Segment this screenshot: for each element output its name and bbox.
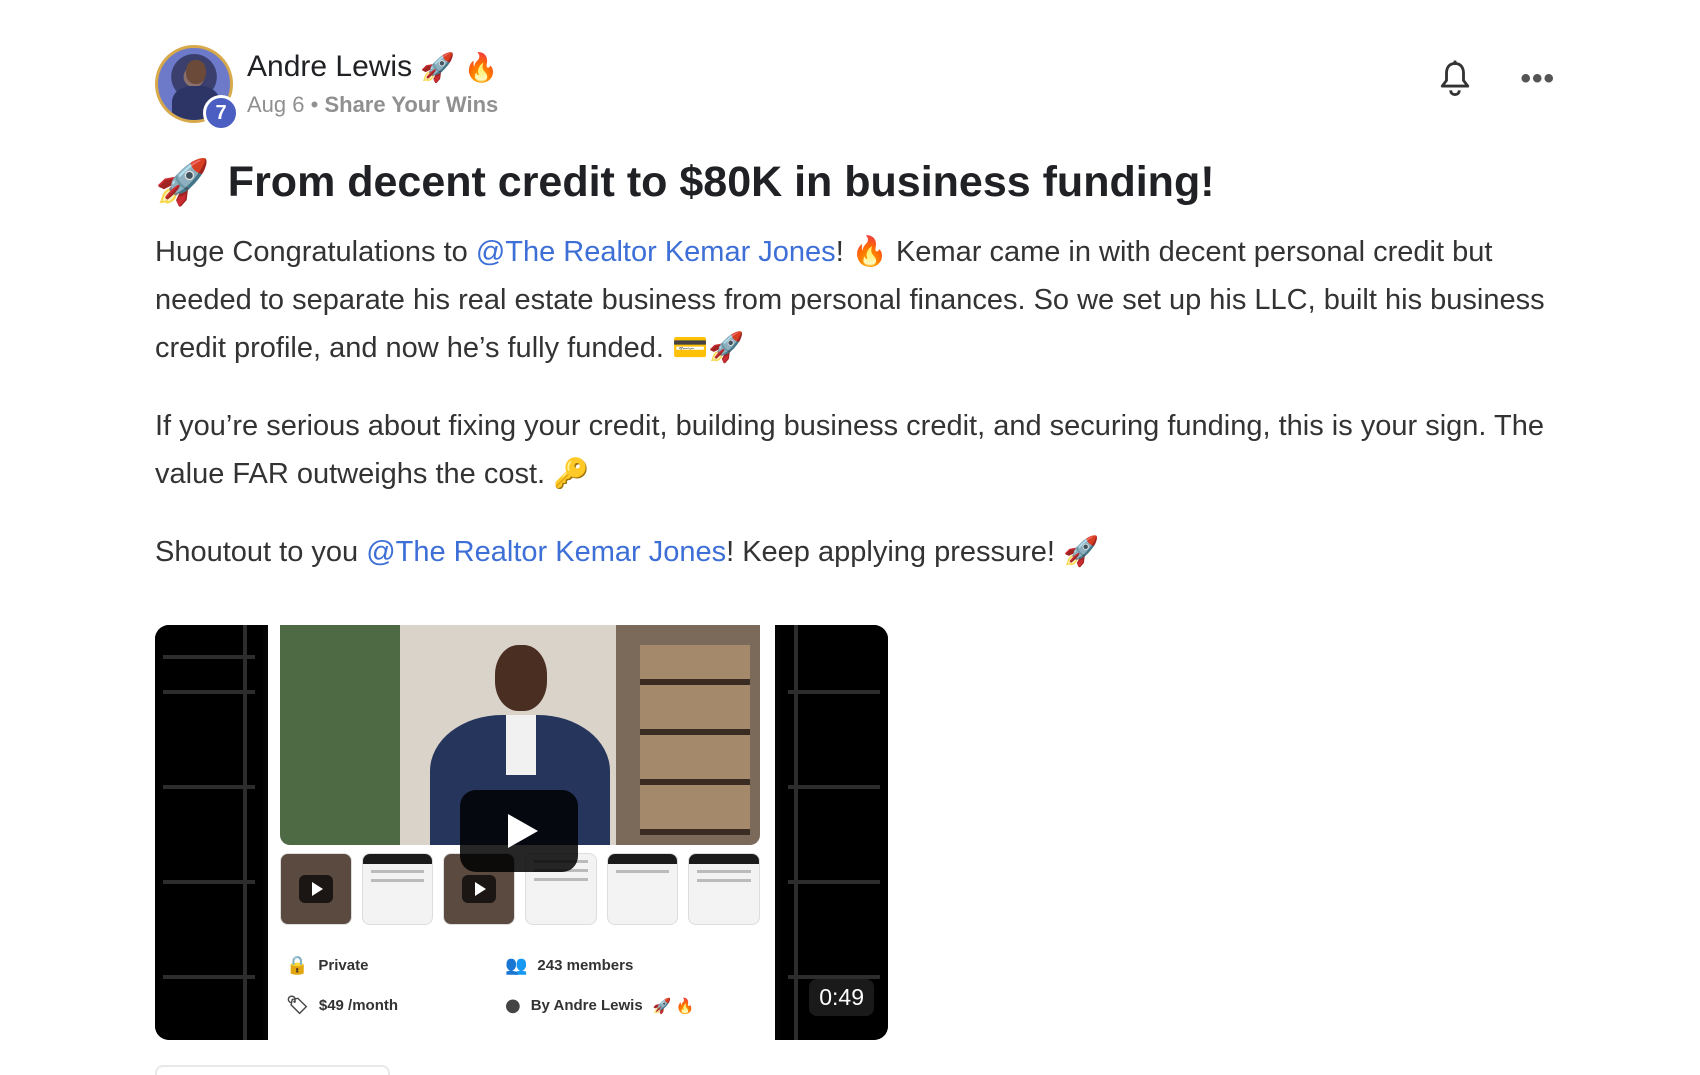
mini-header	[362, 854, 433, 864]
mini-thumbnail	[688, 853, 761, 925]
video-duration: 0:49	[809, 979, 874, 1016]
author-name-emojis: 🚀 🔥	[420, 50, 499, 84]
post-paragraph-2: If you’re serious about fixing your cred…	[155, 410, 1544, 490]
strip-bar	[163, 975, 255, 979]
price-label: $49 /month	[318, 997, 399, 1014]
post-date[interactable]: Aug 6	[247, 92, 305, 117]
mini-play-icon	[298, 875, 333, 903]
post-title: 🚀 From decent credit to $80K in business…	[155, 156, 1555, 208]
mini-thumbnail	[606, 853, 679, 925]
p1-text-a: Huge Congratulations to	[155, 236, 476, 268]
author-block: Andre Lewis 🚀 🔥 Aug 6 • Share Your Wins	[247, 50, 499, 118]
mention-link-2[interactable]: @The Realtor Kemar Jones	[366, 536, 726, 568]
rocket-icon: 🚀	[155, 157, 210, 208]
info-privacy: 🔒 Private	[286, 955, 368, 976]
strip-vbar	[243, 625, 247, 1040]
lock-icon: 🔒	[286, 955, 309, 976]
strip-bar	[788, 880, 880, 884]
strip-bar	[163, 785, 255, 789]
tag-icon: 🏷	[286, 995, 309, 1016]
mention-link-1[interactable]: @The Realtor Kemar Jones	[476, 236, 836, 268]
post-header: 7 Andre Lewis 🚀 🔥 Aug 6 • Share Your Win…	[155, 40, 1555, 131]
author-avatar-wrap[interactable]: 7	[155, 45, 239, 131]
mini-line	[534, 878, 588, 881]
play-icon[interactable]	[460, 790, 578, 872]
privacy-label: Private	[318, 957, 369, 974]
strip-vbar	[794, 625, 798, 1040]
group-info: 🔒 Private 👥 243 members 🏷 $49 /month ● B…	[280, 945, 760, 1025]
owner-avatar-icon: ●	[505, 995, 521, 1016]
mini-line	[370, 870, 425, 873]
strip-bar	[163, 655, 255, 659]
more-options-icon[interactable]: •••	[1520, 64, 1555, 94]
video-side-strip-left	[155, 625, 263, 1040]
mini-thumbnail	[280, 853, 352, 925]
strip-bar	[788, 690, 880, 694]
owner-emojis: 🚀 🔥	[652, 997, 695, 1015]
video-embed[interactable]: 🔒 Private 👥 243 members 🏷 $49 /month ● B…	[155, 625, 888, 1040]
info-price: 🏷 $49 /month	[286, 995, 398, 1016]
strip-bar	[163, 880, 255, 884]
bell-icon[interactable]	[1438, 60, 1472, 98]
post-category[interactable]: Share Your Wins	[324, 92, 498, 117]
mini-line	[697, 870, 752, 873]
mini-thumbnail	[361, 853, 434, 925]
avatar-face	[186, 60, 206, 84]
post-paragraph-1: Huge Congratulations to @The Realtor Kem…	[155, 228, 1565, 372]
info-members: 👥 243 members	[505, 955, 633, 976]
bell-icon-svg	[1441, 60, 1470, 97]
post-body: Huge Congratulations to @The Realtor Kem…	[155, 228, 1565, 576]
author-name[interactable]: Andre Lewis	[247, 50, 412, 84]
header-actions: •••	[1438, 60, 1555, 98]
mini-line	[615, 870, 670, 873]
level-badge: 7	[203, 95, 239, 131]
members-icon: 👥	[505, 955, 528, 976]
video-side-strip-right	[780, 625, 888, 1040]
scene-bookshelf	[640, 645, 750, 835]
strip-bar	[163, 690, 255, 694]
owner-label: By Andre Lewis	[530, 997, 643, 1014]
strip-bar	[788, 785, 880, 789]
mini-header	[689, 854, 760, 864]
info-owner: ● By Andre Lewis 🚀 🔥	[505, 995, 694, 1016]
post-paragraph-3: Shoutout to you @The Realtor Kemar Jones…	[155, 528, 1565, 576]
post-card: 7 Andre Lewis 🚀 🔥 Aug 6 • Share Your Win…	[155, 40, 1555, 1075]
mini-play-icon	[462, 875, 497, 903]
post-title-text: From decent credit to $80K in business f…	[227, 157, 1215, 206]
mini-line	[697, 879, 752, 882]
p3-text-b: ! Keep applying pressure! 🚀	[726, 536, 1100, 568]
author-name-row: Andre Lewis 🚀 🔥	[247, 50, 499, 84]
mini-line	[370, 879, 425, 882]
person-head	[495, 645, 547, 711]
meta-separator: •	[310, 92, 319, 117]
person-shirt	[506, 715, 536, 775]
post-meta: Aug 6 • Share Your Wins	[247, 92, 499, 118]
members-label: 243 members	[537, 957, 634, 974]
reaction-bar-edge	[155, 1065, 390, 1075]
p3-text-a: Shoutout to you	[155, 536, 367, 568]
mini-header	[607, 854, 678, 864]
